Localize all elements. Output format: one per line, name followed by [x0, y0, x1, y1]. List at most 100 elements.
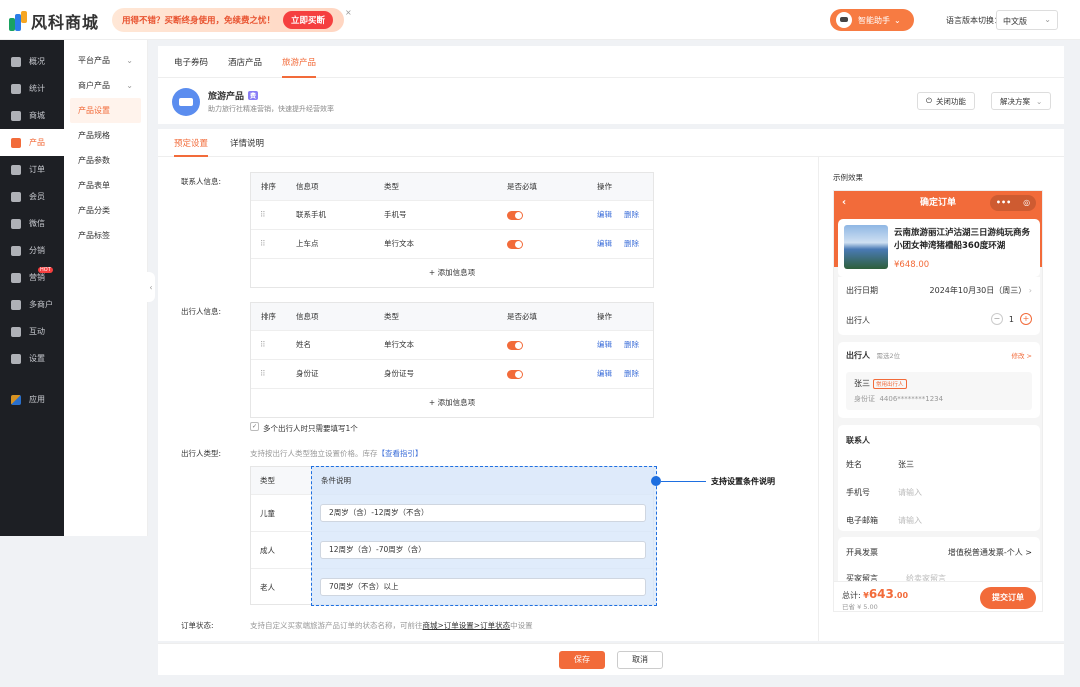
traveler-type-hint: 支持按出行人类型独立设置价格。库存【查看指引】	[250, 448, 423, 459]
subnav-product-category[interactable]: 产品分类	[64, 198, 147, 223]
table-row: ⠿ 姓名 单行文本 编辑 删除	[251, 331, 653, 360]
submit-order-button: 提交订单	[980, 587, 1036, 609]
subnav-product-params[interactable]: 产品参数	[64, 148, 147, 173]
chevron-down-icon: ⌄	[126, 56, 133, 65]
merchant-icon	[11, 299, 21, 310]
single-traveler-checkbox[interactable]: ✓	[250, 422, 259, 431]
info-name: 姓名	[296, 340, 311, 349]
sidebar-item-product[interactable]: 产品	[0, 129, 64, 156]
sidebar-item-settings[interactable]: 设置	[0, 345, 64, 372]
frequent-badge: 常用出行人	[873, 378, 907, 389]
condition-input[interactable]: 70周岁（不含）以上	[320, 578, 646, 596]
table-row: ⠿ 联系手机 手机号 编辑 删除	[251, 201, 653, 230]
sidebar-item-order[interactable]: 订单	[0, 156, 64, 183]
close-feature-label: 关闭功能	[935, 96, 966, 106]
promo-close-icon[interactable]: ×	[345, 8, 352, 17]
sidebar-item-wechat[interactable]: 微信	[0, 210, 64, 237]
sidebar-item-marketing[interactable]: 营销 HOT	[0, 264, 64, 291]
buyout-button[interactable]: 立即买断	[283, 11, 334, 29]
header-cell: 排序	[261, 182, 276, 191]
tab-booking-settings[interactable]: 预定设置	[174, 129, 209, 157]
collapse-sidebar-icon[interactable]: ‹	[147, 272, 155, 302]
subnav-product-settings[interactable]: 产品设置	[70, 98, 141, 123]
drag-handle-icon[interactable]: ⠿	[260, 360, 266, 388]
save-button[interactable]: 保存	[559, 651, 605, 669]
power-icon: ⏻	[926, 96, 932, 105]
cancel-button[interactable]: 取消	[617, 651, 663, 669]
tab-detail-desc[interactable]: 详情说明	[230, 129, 264, 157]
subnav-merchant-product[interactable]: 商户产品 ⌄	[64, 73, 147, 98]
header-cell: 操作	[597, 182, 612, 191]
subnav-product-form[interactable]: 产品表单	[64, 173, 147, 198]
view-guide-link[interactable]: 【查看指引】	[378, 449, 423, 458]
chevron-down-icon: ⌄	[126, 81, 133, 90]
id-label: 身份证	[854, 395, 875, 403]
edit-link[interactable]: 编辑	[597, 230, 612, 258]
promo-banner[interactable]: 用得不错？买断终身使用，免续费之忧！ 立即买断	[112, 8, 344, 32]
delete-link[interactable]: 删除	[624, 201, 639, 229]
sidebar-item-stats[interactable]: 统计	[0, 75, 64, 102]
callout-line	[661, 481, 706, 482]
hot-badge: HOT	[38, 267, 53, 273]
logo[interactable]: 风科商城	[8, 9, 99, 33]
add-info-button[interactable]: + 添加信息项	[251, 259, 653, 287]
delete-link[interactable]: 删除	[624, 360, 639, 388]
subnav-product-tag[interactable]: 产品标签	[64, 223, 147, 248]
condition-input[interactable]: 12周岁（含）-70周岁（含）	[320, 541, 646, 559]
sidebar-item-distribution[interactable]: 分销	[0, 237, 64, 264]
invoice-label: 开具发票	[846, 548, 878, 557]
sidebar-item-label: 微信	[29, 219, 45, 228]
edit-link[interactable]: 编辑	[597, 201, 612, 229]
sidebar-item-label: 产品	[29, 138, 45, 147]
product-desc: 助力旅行社精准营销，快速提升经营效率	[208, 105, 334, 113]
sidebar-item-multi-merchant[interactable]: 多商户	[0, 291, 64, 318]
drag-handle-icon[interactable]: ⠿	[260, 331, 266, 359]
traveler-need: 需选2位	[876, 352, 901, 360]
tab-hotel[interactable]: 酒店产品	[228, 46, 262, 78]
id-value: 4406********1234	[879, 395, 944, 403]
edit-link[interactable]: 编辑	[597, 360, 612, 388]
condition-input[interactable]: 2周岁（含）-12周岁（不含）	[320, 504, 646, 522]
quantity-stepper: −1 +	[990, 313, 1032, 325]
sidebar-item-overview[interactable]: 概况	[0, 48, 64, 75]
header-cell: 信息项	[296, 182, 319, 191]
condition-column-highlight: 条件说明 2周岁（含）-12周岁（不含） 12周岁（含）-70周岁（含） 70周…	[311, 466, 657, 606]
subnav-label: 平台产品	[78, 56, 110, 65]
modify-link: 修改 >	[1011, 352, 1032, 360]
edit-link[interactable]: 编辑	[597, 331, 612, 359]
required-toggle[interactable]	[507, 240, 523, 249]
header-cell: 排序	[261, 312, 276, 321]
table-row: ⠿ 上车点 单行文本 编辑 删除	[251, 230, 653, 259]
qty-label: 出行人	[846, 316, 870, 325]
sidebar-item-interact[interactable]: 互动	[0, 318, 64, 345]
delete-link[interactable]: 删除	[624, 230, 639, 258]
hint-text: 支持按出行人类型独立设置价格。库存	[250, 449, 378, 458]
sidebar-item-member[interactable]: 会员	[0, 183, 64, 210]
required-toggle[interactable]	[507, 370, 523, 379]
required-toggle[interactable]	[507, 211, 523, 220]
invoice-value: 增值税普通发票-个人 >	[947, 548, 1032, 557]
add-info-button[interactable]: + 添加信息项	[251, 389, 653, 417]
delete-link[interactable]: 删除	[624, 331, 639, 359]
drag-handle-icon[interactable]: ⠿	[260, 230, 266, 258]
language-select[interactable]: 中文版 ⌄	[996, 10, 1058, 30]
sidebar-item-apps[interactable]: 应用	[0, 386, 64, 413]
tab-ecoupon[interactable]: 电子券码	[174, 46, 208, 78]
total-amount: ¥643.00	[863, 587, 908, 601]
email-label: 电子邮箱	[846, 516, 878, 525]
sidebar-item-store[interactable]: 商城	[0, 102, 64, 129]
contact-phone-row: 手机号 请输入	[846, 487, 1032, 498]
flag-icon	[11, 272, 21, 283]
chevron-down-icon: ⌄	[1036, 96, 1043, 106]
tab-travel[interactable]: 旅游产品	[282, 46, 317, 78]
preview-header-title: 确定订单	[919, 198, 956, 208]
order-status-link[interactable]: 商城>订单设置>订单状态	[423, 621, 511, 630]
subnav-platform-product[interactable]: 平台产品 ⌄	[64, 48, 147, 73]
assistant-button[interactable]: 智能助手 ⌄	[830, 9, 914, 31]
required-toggle[interactable]	[507, 341, 523, 350]
drag-handle-icon[interactable]: ⠿	[260, 201, 266, 229]
sidebar-item-label: 概况	[29, 57, 45, 66]
solution-button[interactable]: 解决方案 ⌄	[991, 92, 1052, 110]
subnav-product-spec[interactable]: 产品规格	[64, 123, 147, 148]
close-feature-button[interactable]: ⏻ 关闭功能	[917, 92, 975, 110]
